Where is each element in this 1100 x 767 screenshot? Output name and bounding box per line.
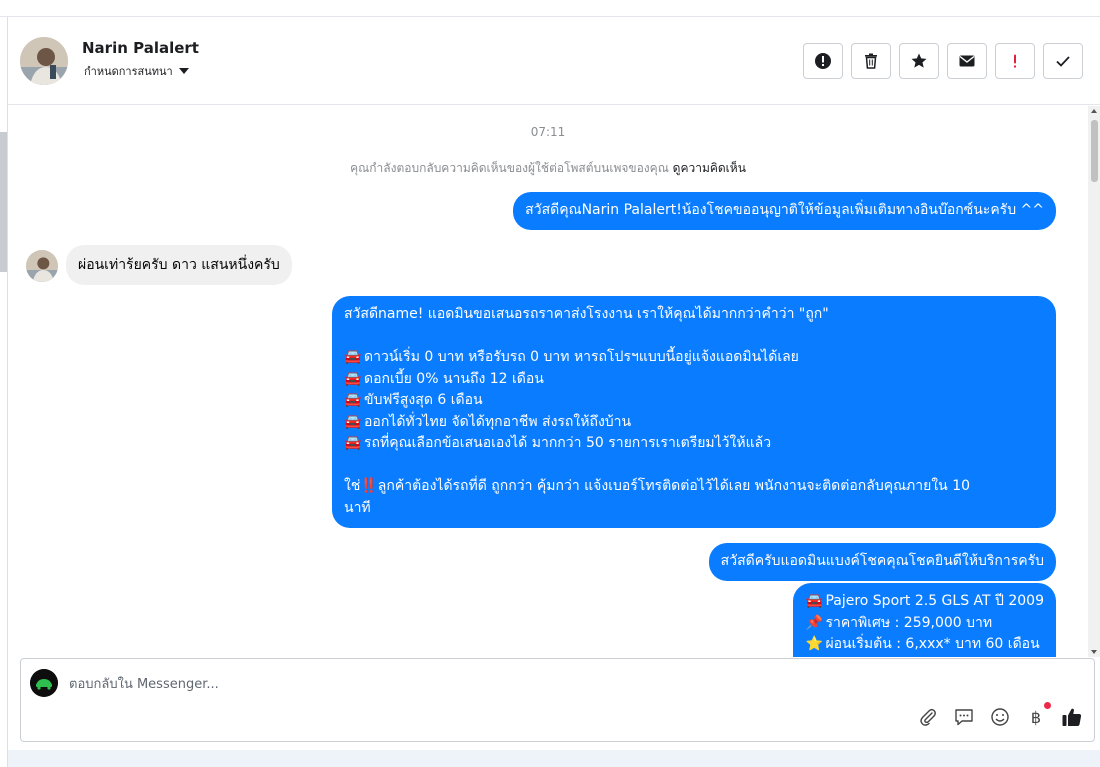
car-icon: 🚘: [344, 349, 362, 365]
bullet-text: ดาวน์เริ่ม 0 บาท หรือรับรถ 0 บาท หารถโปร…: [364, 349, 799, 365]
like-button[interactable]: [1061, 706, 1083, 728]
outgoing-message[interactable]: สวัสดีครับแอดมินแบงค์โชคคุณโชคยินดีให้บร…: [708, 543, 1056, 581]
chat-bubble-icon: [955, 709, 973, 726]
promo-bullet: 🚘 รถที่คุณเลือกข้อเสนอเองได้ มากกว่า 50 ร…: [344, 433, 1044, 455]
message-text: สวัสดีครับแอดมินแบงค์โชคคุณโชคยินดีให้บร…: [720, 553, 1044, 569]
promo-bullet: 🚘 ดอกเบี้ย 0% นานถึง 12 เดือน: [344, 369, 1044, 391]
scroll-up-icon[interactable]: [1091, 109, 1097, 113]
car-icon: 🚘: [344, 370, 362, 387]
check-icon: [1056, 56, 1070, 67]
message-thread[interactable]: 07:11 คุณกำลังตอบกลับความคิดเห็นของผู้ใช…: [8, 106, 1088, 657]
top-strip: [0, 0, 1100, 17]
star-button[interactable]: [899, 43, 939, 79]
conversation-panel: Narin Palalert กำหนดการสนทนา 07:11 คุณกำ…: [8, 17, 1100, 750]
car-icon: 🚘: [805, 593, 823, 609]
promo-outro: ใช่‼️ลูกค้าต้องได้รถที่ดี ถูกกว่า คุ้มกว…: [344, 476, 1044, 498]
outro-prefix: ใช่: [344, 478, 361, 494]
listing-model: Pajero Sport 2.5 GLS AT ปี 2009: [825, 593, 1044, 609]
outgoing-message[interactable]: สวัสดีคุณNarin Palalert!น้องโชคขออนุญาติ…: [513, 192, 1056, 230]
caret-down-icon: [178, 68, 189, 74]
view-comment-link[interactable]: ดูความคิดเห็น: [673, 161, 746, 175]
outgoing-listing-message[interactable]: 🚘 Pajero Sport 2.5 GLS AT ปี 2009 📌 ราคาพิ…: [793, 583, 1056, 657]
saved-replies-button[interactable]: [953, 706, 975, 728]
report-spam-button[interactable]: [803, 43, 843, 79]
page-avatar: [30, 669, 58, 697]
outgoing-promo-message[interactable]: สวัสดีname! แอดมินขอเสนอรถราคาส่งโรงงาน …: [332, 296, 1056, 528]
conversation-header: Narin Palalert กำหนดการสนทนา: [8, 17, 1100, 105]
promo-bullet: 🚘 ขับฟรีสูงสุด 6 เดือน: [344, 390, 1044, 412]
scroll-down-icon[interactable]: [1091, 650, 1097, 654]
car-icon: 🚘: [344, 435, 362, 451]
message-text: ผ่อนเท่าร้ยครับ ดาว แสนหนึ่งครับ: [78, 257, 280, 273]
conversation-label-text: กำหนดการสนทนา: [84, 65, 173, 78]
pushpin-icon: 📌: [805, 614, 823, 631]
scrollbar-thumb[interactable]: [1091, 120, 1098, 182]
sender-avatar[interactable]: [26, 250, 58, 282]
listing-price: ราคาพิเศษ : 259,000 บาท: [825, 614, 993, 631]
conversation-label-dropdown[interactable]: กำหนดการสนทนา: [84, 62, 189, 80]
promo-outro-end: นาที: [344, 499, 371, 516]
listing-line: 📌 ราคาพิเศษ : 259,000 บาท: [805, 613, 1044, 635]
bullet-text: รถที่คุณเลือกข้อเสนอเองได้ มากกว่า 50 รา…: [364, 435, 772, 451]
message-text: สวัสดีคุณNarin Palalert!น้องโชคขออนุญาติ…: [525, 202, 1044, 218]
bullet-text: ดอกเบี้ย 0% นานถึง 12 เดือน: [364, 370, 544, 387]
mark-done-button[interactable]: [1043, 43, 1083, 79]
message-composer: ฿: [20, 658, 1095, 742]
composer-toolbar: ฿: [917, 702, 1083, 728]
envelope-icon: [959, 55, 975, 67]
attach-button[interactable]: [917, 706, 939, 728]
reply-context-notice: คุณกำลังตอบกลับความคิดเห็นของผู้ใช้ต่อโพ…: [8, 159, 1088, 178]
notification-dot: [1044, 702, 1051, 709]
car-icon: 🚘: [344, 392, 362, 408]
notice-text: คุณกำลังตอบกลับความคิดเห็นของผู้ใช้ต่อโพ…: [350, 161, 673, 175]
star-emoji-icon: ⭐: [805, 636, 823, 652]
exclamation-icon: [1014, 54, 1016, 68]
contact-name[interactable]: Narin Palalert: [82, 39, 199, 57]
header-actions: [803, 43, 1083, 79]
double-exclamation-icon: ‼️: [360, 478, 378, 494]
bullet-text: ออกได้ทั่วไทย จัดได้ทุกอาชีพ ส่งรถให้ถึง…: [364, 413, 632, 430]
mark-important-button[interactable]: [995, 43, 1035, 79]
outro-text: ลูกค้าต้องได้รถที่ดี ถูกกว่า คุ้มกว่า แจ…: [377, 478, 971, 494]
thread-scrollbar[interactable]: [1088, 106, 1100, 657]
star-icon: [911, 53, 927, 68]
bullet-text: ขับฟรีสูงสุด 6 เดือน: [364, 392, 483, 408]
smiley-icon: [991, 708, 1009, 726]
trash-icon: [865, 53, 877, 69]
baht-icon: ฿: [1030, 707, 1042, 727]
listing-installment: ผ่อนเริ่มต้น : 6,xxx* บาท 60 เดือน: [825, 636, 1040, 652]
incoming-message[interactable]: ผ่อนเท่าร้ยครับ ดาว แสนหนึ่งครับ: [66, 245, 292, 285]
thumbs-up-icon: [1062, 708, 1082, 726]
mark-unread-button[interactable]: [947, 43, 987, 79]
paperclip-icon: [920, 708, 936, 726]
car-icon: 🚘: [344, 413, 362, 430]
promo-intro: สวัสดีname! แอดมินขอเสนอรถราคาส่งโรงงาน …: [344, 306, 829, 322]
emoji-button[interactable]: [989, 706, 1011, 728]
left-scroll-indicator: [0, 132, 7, 272]
listing-line: 🚘 Pajero Sport 2.5 GLS AT ปี 2009: [805, 591, 1044, 613]
alert-circle-icon: [815, 53, 831, 69]
contact-avatar[interactable]: [20, 37, 68, 85]
message-timestamp: 07:11: [530, 125, 566, 139]
payment-button[interactable]: ฿: [1025, 702, 1051, 728]
left-sidebar-edge: [0, 17, 8, 767]
listing-line: ⭐ ผ่อนเริ่มต้น : 6,xxx* บาท 60 เดือน: [805, 634, 1044, 656]
delete-button[interactable]: [851, 43, 891, 79]
reply-input[interactable]: [69, 674, 669, 694]
promo-bullet: 🚘 ดาวน์เริ่ม 0 บาท หรือรับรถ 0 บาท หารถโป…: [344, 347, 1044, 369]
promo-bullet: 🚘 ออกได้ทั่วไทย จัดได้ทุกอาชีพ ส่งรถให้ถึ…: [344, 412, 1044, 434]
